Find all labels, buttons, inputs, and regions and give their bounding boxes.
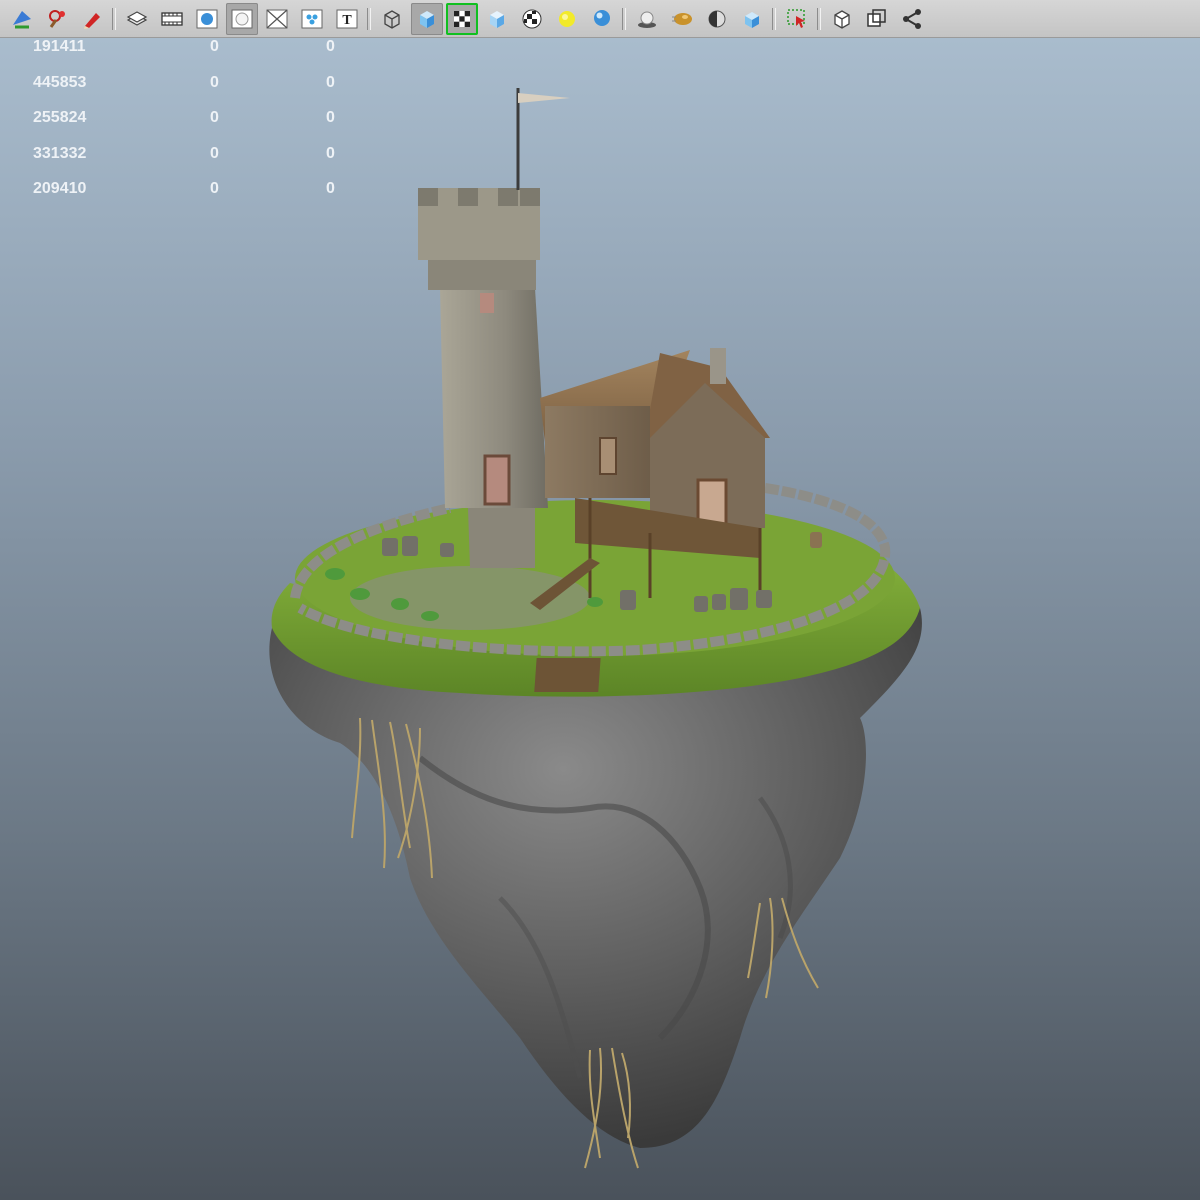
isolate-select-button[interactable] (781, 3, 813, 35)
hud-row: 445853 0 0 (0, 74, 360, 96)
wireframe-cube-button[interactable] (376, 3, 408, 35)
field-chart-icon (300, 7, 324, 31)
hud-value: 0 (326, 144, 335, 162)
safe-action-icon (230, 7, 254, 31)
default-material-cube-icon (485, 7, 509, 31)
svg-text:T: T (342, 13, 352, 28)
toolbar-separator[interactable] (109, 4, 119, 34)
panel-toolbar: T (0, 0, 1200, 38)
xray-components-button[interactable] (896, 3, 928, 35)
hud-value: 0 (210, 38, 219, 55)
lighting-sun-button[interactable] (551, 3, 583, 35)
wireframe-on-shaded-button[interactable] (445, 2, 478, 35)
hud-value: 209410 (33, 180, 87, 197)
hud-value: 0 (326, 109, 335, 126)
sphere-resolution-button[interactable] (191, 3, 223, 35)
hud-value: 0 (210, 73, 219, 91)
hud-value: 255824 (33, 109, 87, 126)
toolbar-separator[interactable] (619, 4, 629, 34)
safe-action-button[interactable] (225, 2, 258, 35)
anti-alias-icon (705, 7, 729, 31)
hud-value: 0 (326, 180, 335, 197)
isolate-select-icon (785, 7, 809, 31)
textured-checker-button[interactable] (516, 3, 548, 35)
xray-components-icon (900, 7, 924, 31)
motion-blur-icon (670, 7, 694, 31)
camera-attributes-icon (45, 7, 69, 31)
sphere-resolution-icon (195, 7, 219, 31)
screen-space-ao-icon (635, 7, 659, 31)
hud-value: 0 (210, 144, 219, 162)
film-gate-icon (160, 7, 184, 31)
hud-value: 191411 (33, 38, 86, 55)
hud-row: 255824 0 0 (0, 109, 360, 131)
xray-cube-icon (830, 7, 854, 31)
shadows-sphere-button[interactable] (586, 3, 618, 35)
bookmark-pencil-icon (80, 7, 104, 31)
hud-value: 0 (326, 38, 335, 55)
film-gate-button[interactable] (156, 3, 188, 35)
textured-checker-icon (520, 7, 544, 31)
hud-value: 0 (326, 73, 335, 91)
field-chart-button[interactable] (296, 3, 328, 35)
plank-walkway (534, 658, 601, 692)
bookmark-pencil-button[interactable] (76, 3, 108, 35)
shadows-sphere-icon (590, 7, 614, 31)
viewport-3d[interactable]: 191411 0 0 445853 0 0 255824 0 0 331332 0 0 209410 0 0 (0, 38, 1200, 1200)
motion-blur-button[interactable] (666, 3, 698, 35)
floating-island-scene (269, 88, 922, 1169)
xray-cube-button[interactable] (826, 3, 858, 35)
depth-of-field-button[interactable] (736, 3, 768, 35)
wireframe-cube-icon (380, 7, 404, 31)
xray-joints-icon (865, 7, 889, 31)
depth-of-field-icon (740, 7, 764, 31)
image-plane-icon (125, 7, 149, 31)
hud-row: 209410 0 0 (0, 180, 360, 202)
hud-value: 331332 (33, 144, 87, 162)
hud-value: 0 (210, 180, 219, 197)
hud-value: 445853 (33, 73, 87, 91)
grid-cross-button[interactable] (261, 3, 293, 35)
hud-value: 0 (210, 109, 219, 126)
smooth-shade-cube-icon (415, 7, 439, 31)
wireframe-on-shaded-icon (450, 7, 474, 31)
anti-alias-button[interactable] (701, 3, 733, 35)
text-T-button[interactable]: T (331, 3, 363, 35)
camera-attributes-button[interactable] (41, 3, 73, 35)
screen-space-ao-button[interactable] (631, 3, 663, 35)
hud-row: 331332 0 0 (0, 145, 360, 167)
default-material-cube-button[interactable] (481, 3, 513, 35)
camera-select-icon (10, 7, 34, 31)
grid-cross-icon (265, 7, 289, 31)
smooth-shade-cube-button[interactable] (410, 2, 443, 35)
camera-select-button[interactable] (6, 3, 38, 35)
toolbar-separator[interactable] (769, 4, 779, 34)
xray-joints-button[interactable] (861, 3, 893, 35)
hud-row: 191411 0 0 (0, 38, 360, 60)
image-plane-button[interactable] (121, 3, 153, 35)
toolbar-separator[interactable] (364, 4, 374, 34)
text-T-icon: T (335, 7, 359, 31)
lighting-sun-icon (555, 7, 579, 31)
toolbar-separator[interactable] (814, 4, 824, 34)
